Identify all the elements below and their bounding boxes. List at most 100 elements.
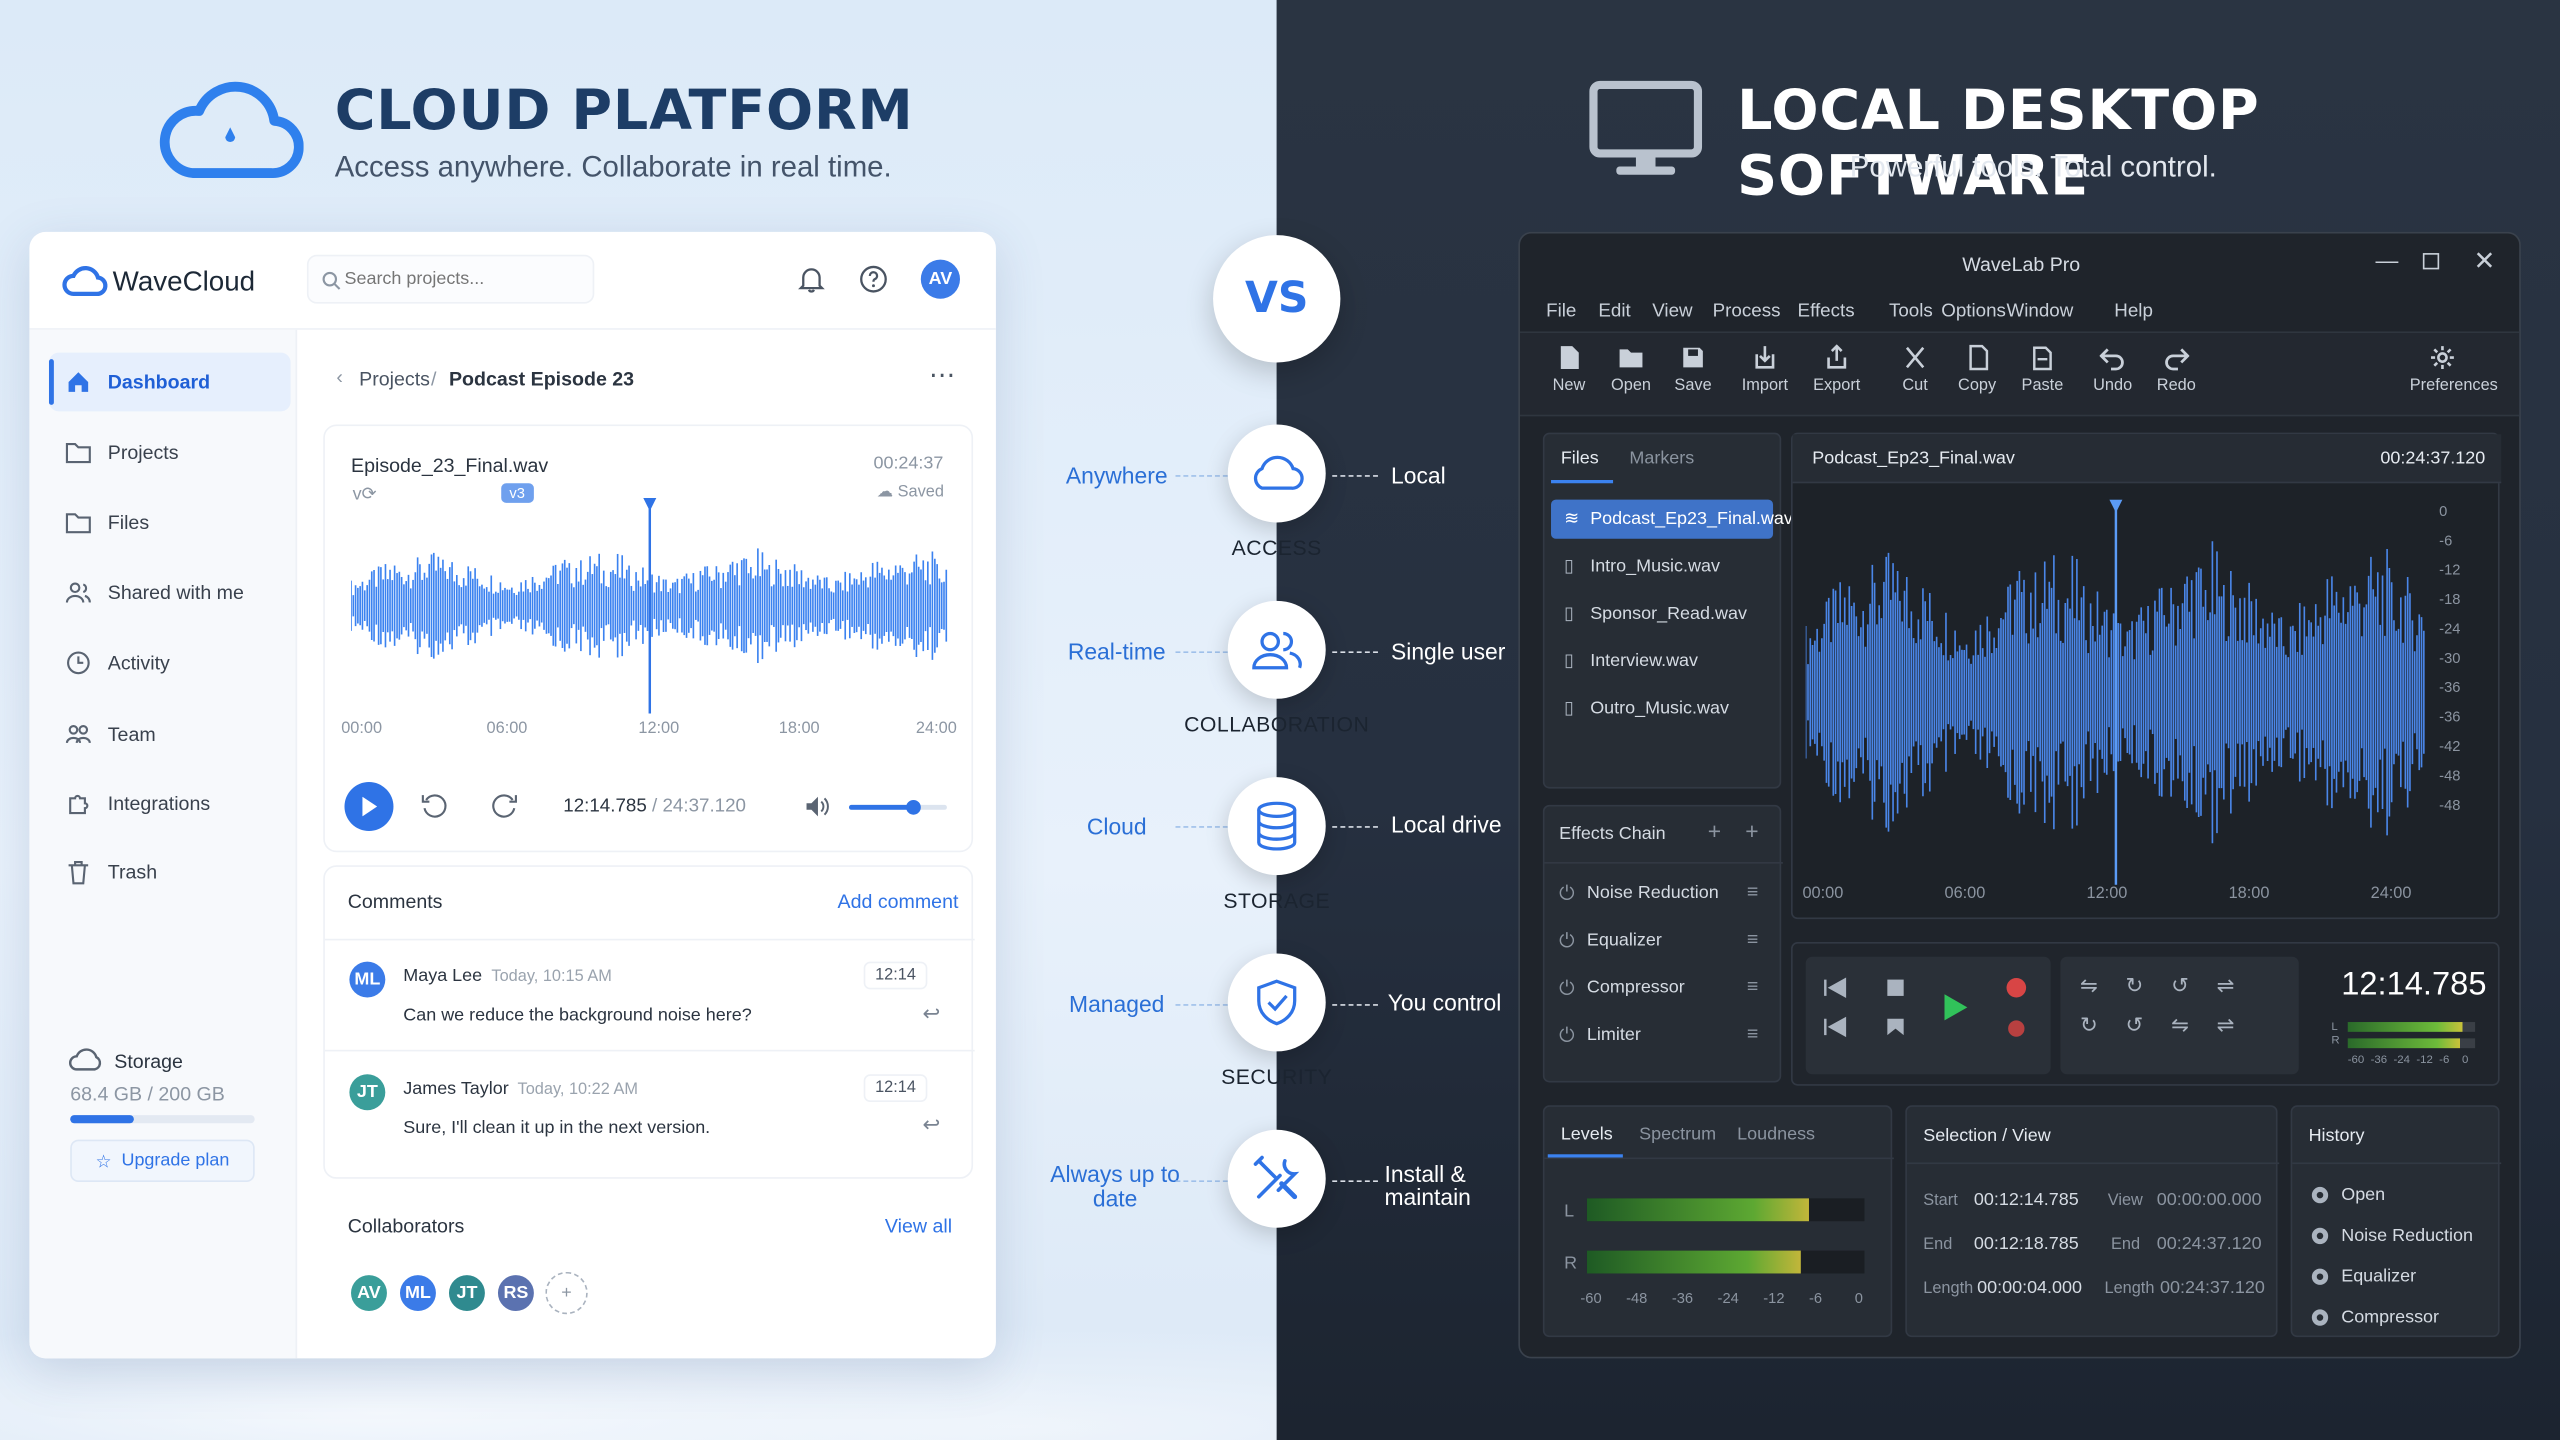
tab-levels[interactable]: Levels	[1561, 1125, 1613, 1145]
reply-icon[interactable]: ↩	[922, 1112, 940, 1138]
volume-icon[interactable]	[805, 795, 831, 818]
tab-loudness[interactable]: Loudness	[1737, 1125, 1815, 1145]
collaborator-avatar[interactable]: ML	[396, 1271, 440, 1315]
loop-icon[interactable]: ⇋	[2171, 1012, 2217, 1036]
sidebar-item-trash[interactable]: Trash	[49, 842, 291, 901]
collaborator-avatar[interactable]: JT	[445, 1271, 489, 1315]
history-item[interactable]: Compressor	[2341, 1308, 2439, 1328]
rewind-icon[interactable]	[420, 792, 449, 821]
menu-effects[interactable]: Effects	[1798, 302, 1855, 322]
import-button[interactable]: Import	[1732, 344, 1797, 395]
add-collaborator-button[interactable]: +	[545, 1271, 588, 1315]
sidebar-item-shared[interactable]: Shared with me	[49, 563, 291, 622]
search-box[interactable]	[306, 254, 595, 304]
add-comment-link[interactable]: Add comment	[838, 890, 959, 913]
file-item[interactable]: ▯ Outro_Music.wav	[1551, 689, 1773, 728]
view-length-value[interactable]: 00:24:37.120	[2160, 1278, 2265, 1298]
waveform[interactable]	[351, 497, 949, 714]
skip-back-icon[interactable]	[1822, 976, 1848, 1041]
drag-handle-icon[interactable]: ≡	[1747, 880, 1758, 903]
power-icon[interactable]: ⏻	[1559, 929, 1575, 953]
playhead-handle[interactable]	[643, 497, 657, 512]
sidebar-item-files[interactable]: Files	[49, 493, 291, 552]
more-options-icon[interactable]: ⋯	[929, 359, 955, 392]
view-all-link[interactable]: View all	[885, 1215, 952, 1238]
breadcrumb-parent[interactable]: Projects	[359, 367, 430, 390]
copy-button[interactable]: Copy	[1944, 344, 2009, 395]
user-avatar[interactable]: AV	[920, 259, 960, 299]
collaborator-avatar[interactable]: RS	[494, 1271, 538, 1315]
loop-icon[interactable]: ↺	[2126, 1012, 2172, 1036]
back-chevron-icon[interactable]: ‹	[336, 366, 343, 389]
desktop-waveform[interactable]	[1805, 499, 2426, 885]
record-icon[interactable]	[2005, 976, 2028, 1041]
stop-icon[interactable]	[1884, 976, 1907, 1041]
menu-options[interactable]: Options	[1941, 302, 2006, 322]
paste-button[interactable]: Paste	[2010, 344, 2075, 395]
minimize-icon[interactable]: —	[2376, 247, 2399, 273]
help-icon[interactable]	[859, 264, 888, 293]
add-effect-icon[interactable]: +	[1708, 818, 1721, 844]
power-icon[interactable]: ⏻	[1559, 882, 1575, 906]
new-button[interactable]: New	[1536, 344, 1601, 395]
close-icon[interactable]: ✕	[2473, 245, 2495, 278]
menu-window[interactable]: Window	[2007, 302, 2074, 322]
view-end-value[interactable]: 00:24:37.120	[2157, 1234, 2262, 1254]
add-effect-icon[interactable]: +	[1745, 818, 1758, 844]
loop-icon[interactable]: ⇌	[2217, 1012, 2263, 1036]
sidebar-item-team[interactable]: Team	[49, 705, 291, 764]
menu-tools[interactable]: Tools	[1889, 302, 1933, 322]
comment-timestamp[interactable]: 12:14	[863, 1074, 928, 1103]
loop-icon[interactable]: ⇌	[2217, 973, 2263, 997]
sidebar-item-integrations[interactable]: Integrations	[49, 774, 291, 833]
file-item[interactable]: ▯ Interview.wav	[1551, 642, 1773, 681]
volume-knob[interactable]	[906, 799, 921, 815]
menu-view[interactable]: View	[1652, 302, 1692, 322]
tab-files[interactable]: Files	[1561, 449, 1599, 469]
bell-icon[interactable]	[797, 264, 826, 293]
tab-markers[interactable]: Markers	[1629, 449, 1694, 469]
end-value[interactable]: 00:12:18.785	[1974, 1234, 2079, 1254]
power-icon[interactable]: ⏻	[1559, 976, 1575, 1000]
cut-button[interactable]: Cut	[1882, 344, 1947, 395]
save-button[interactable]: Save	[1660, 344, 1725, 395]
loop-icon[interactable]: ↻	[2080, 1012, 2126, 1036]
sidebar-item-dashboard[interactable]: Dashboard	[48, 352, 291, 412]
length-value[interactable]: 00:00:04.000	[1977, 1278, 2082, 1298]
play-button[interactable]	[344, 782, 394, 832]
loop-icon[interactable]: ↻	[2126, 973, 2172, 997]
history-item[interactable]: Open	[2341, 1185, 2385, 1205]
file-item[interactable]: ▯ Intro_Music.wav	[1551, 547, 1773, 586]
search-input[interactable]	[344, 266, 587, 293]
playhead-handle[interactable]	[2109, 499, 2123, 513]
file-item[interactable]: ≋ Podcast_Ep23_Final.wav	[1551, 499, 1793, 539]
loop-controls[interactable]: ⇋↻↺⇌ ↻↺⇋⇌	[2080, 967, 2262, 1045]
open-button[interactable]: Open	[1598, 344, 1663, 395]
play-icon[interactable]	[1943, 993, 1969, 1022]
view-value[interactable]: 00:00:00.000	[2157, 1190, 2262, 1210]
file-item[interactable]: ▯ Sponsor_Read.wav	[1551, 594, 1773, 633]
upgrade-plan-button[interactable]: ☆ Upgrade plan	[70, 1139, 255, 1183]
power-icon[interactable]: ⏻	[1559, 1024, 1575, 1048]
start-value[interactable]: 00:12:14.785	[1974, 1190, 2079, 1210]
collaborator-avatar[interactable]: AV	[347, 1271, 391, 1315]
menu-process[interactable]: Process	[1713, 302, 1781, 322]
drag-handle-icon[interactable]: ≡	[1747, 975, 1758, 998]
undo-button[interactable]: Undo	[2080, 344, 2145, 395]
maximize-icon[interactable]	[2422, 253, 2440, 270]
sidebar-item-activity[interactable]: Activity	[49, 633, 291, 692]
preferences-button[interactable]: Preferences	[2410, 344, 2498, 395]
menu-file[interactable]: File	[1546, 302, 1576, 322]
menu-edit[interactable]: Edit	[1598, 302, 1630, 322]
sidebar-item-projects[interactable]: Projects	[49, 423, 291, 482]
drag-handle-icon[interactable]: ≡	[1747, 1022, 1758, 1045]
history-item[interactable]: Noise Reduction	[2341, 1226, 2473, 1246]
volume-slider[interactable]	[848, 799, 947, 815]
forward-icon[interactable]	[490, 792, 519, 821]
comment-timestamp[interactable]: 12:14	[863, 961, 928, 990]
loop-icon[interactable]: ⇋	[2080, 973, 2126, 997]
redo-button[interactable]: Redo	[2144, 344, 2209, 395]
history-item[interactable]: Equalizer	[2341, 1267, 2416, 1287]
tab-spectrum[interactable]: Spectrum	[1639, 1125, 1716, 1145]
export-button[interactable]: Export	[1804, 344, 1869, 395]
